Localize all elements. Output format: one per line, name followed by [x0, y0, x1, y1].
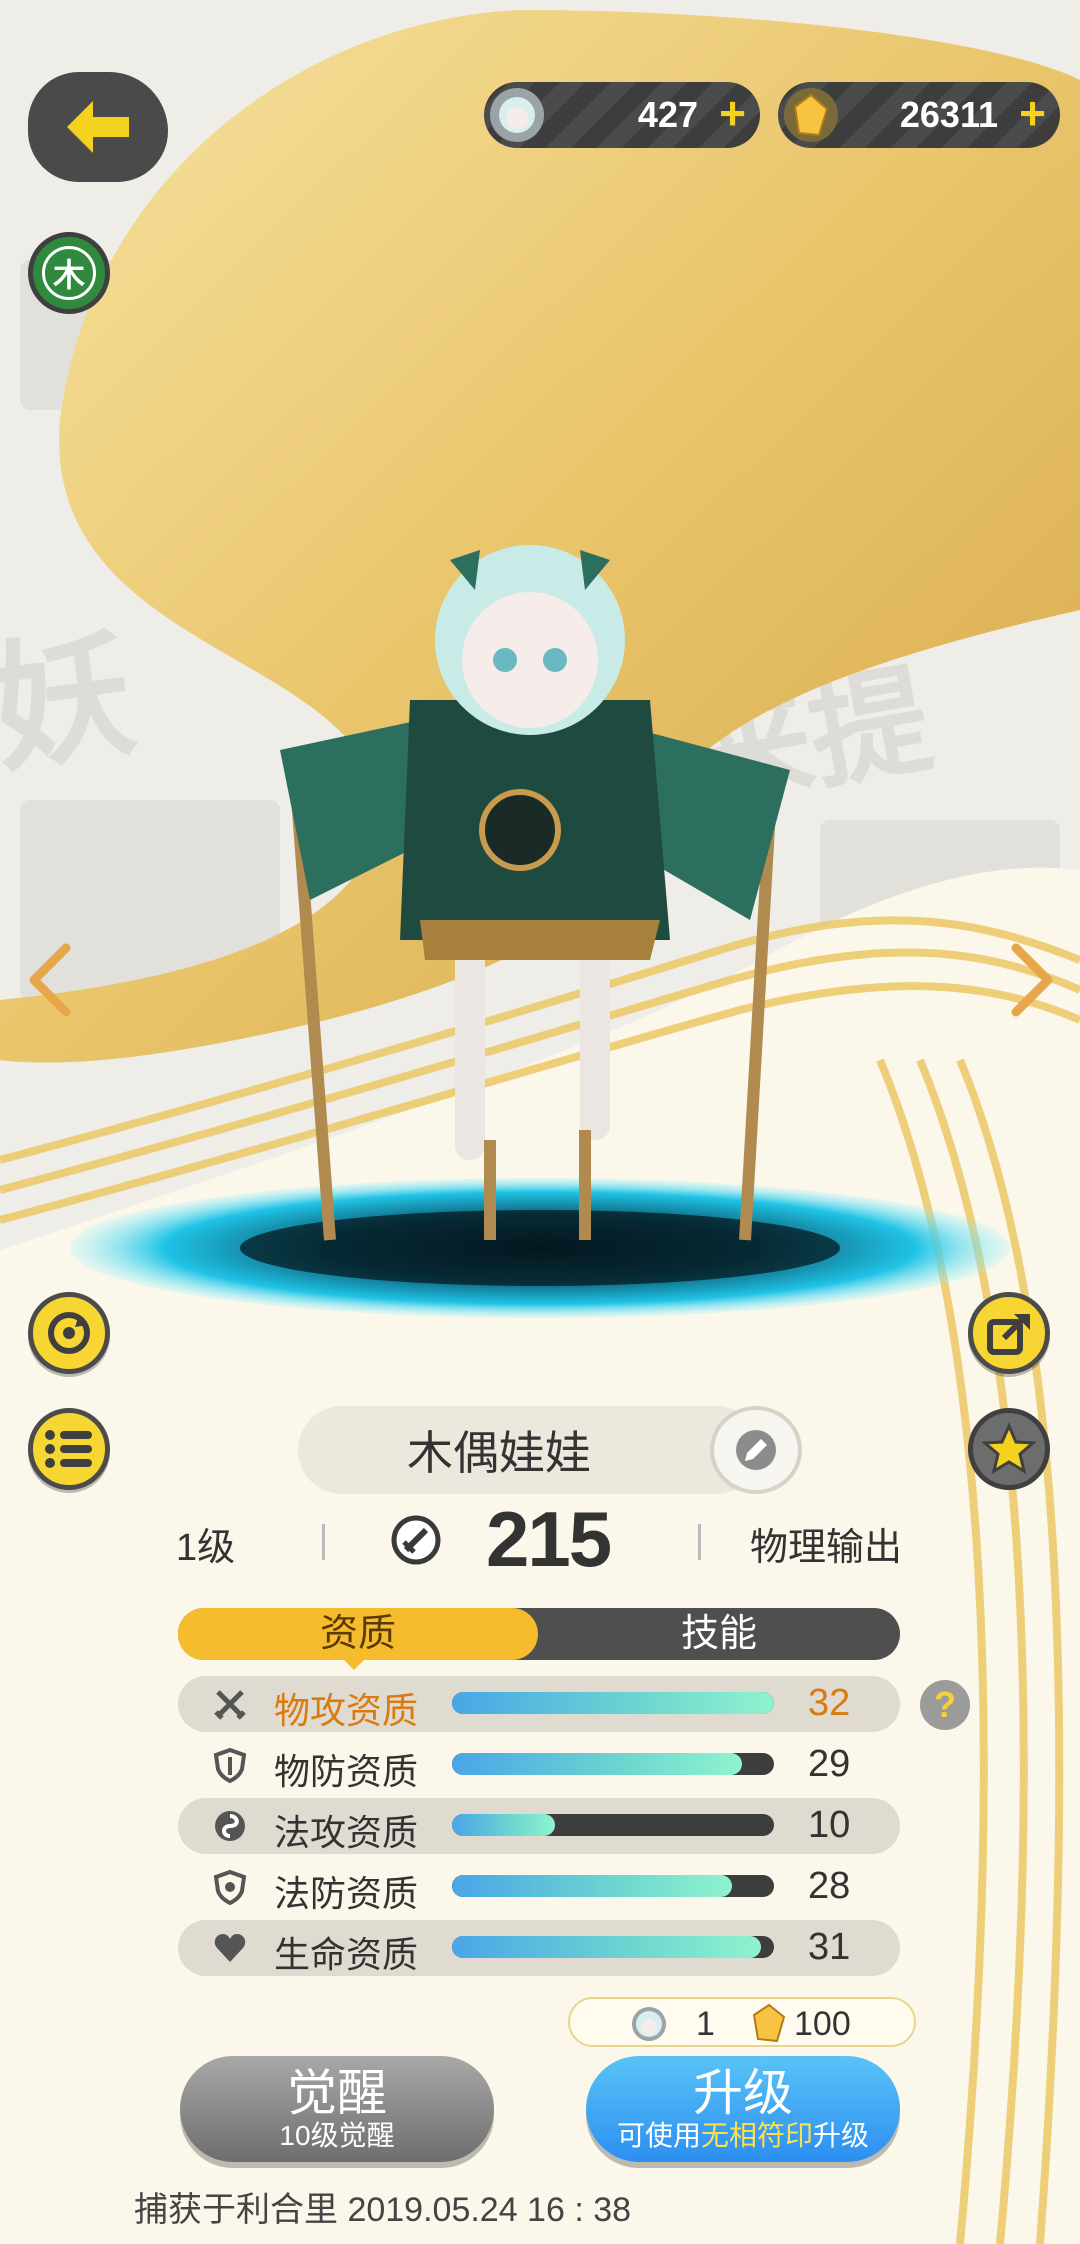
back-arrow-icon — [67, 101, 129, 153]
svg-text:妖: 妖 — [0, 615, 143, 790]
attribute-bar-fill — [452, 1936, 762, 1958]
attribute-bar-fill — [452, 1875, 733, 1897]
reset-rotate-button[interactable] — [28, 1292, 110, 1374]
attribute-value: 10 — [808, 1804, 851, 1846]
add-gold-button[interactable]: + — [1019, 90, 1046, 136]
currency-spirit-value: 427 — [637, 94, 698, 135]
pet-character-model[interactable] — [250, 520, 820, 1260]
magic-shield-icon — [213, 1869, 247, 1905]
attribute-bar-fill — [452, 1692, 774, 1714]
awaken-label: 觉醒 — [287, 2065, 387, 2121]
attribute-value: 29 — [808, 1743, 851, 1785]
upgrade-hint: 可使用无相符印升级 — [617, 2120, 869, 2152]
currency-spirit[interactable]: 427 + — [484, 82, 760, 148]
pet-name-plate: 木偶娃娃 — [298, 1406, 760, 1494]
heart-icon — [214, 1934, 246, 1962]
attribute-label: 物防资质 — [274, 1751, 419, 1792]
upgrade-label: 升级 — [693, 2065, 793, 2121]
upgrade-hint-item: 无相符印 — [700, 2120, 813, 2151]
rename-button[interactable] — [710, 1406, 802, 1494]
share-button[interactable] — [968, 1292, 1050, 1374]
capture-info: 捕获于利合里 2019.05.24 16 : 38 — [134, 2191, 632, 2229]
divider — [698, 1524, 701, 1560]
pet-level: 1级 — [176, 1527, 236, 1569]
gold-crystal-icon — [784, 88, 838, 142]
attribute-bar — [452, 1753, 774, 1775]
currency-gold-value: 26311 — [899, 94, 998, 135]
attribute-row: 法攻资质 10 — [178, 1798, 900, 1854]
spirit-head-icon — [490, 88, 544, 142]
rotate-icon — [48, 1312, 90, 1354]
help-button[interactable]: ? — [920, 1680, 970, 1730]
attribute-bar — [452, 1814, 774, 1836]
attribute-label: 法攻资质 — [274, 1812, 419, 1853]
element-label: 木 — [42, 246, 96, 300]
cost-gold-amount: 100 — [794, 2005, 851, 2043]
attribute-value: 32 — [808, 1682, 851, 1724]
back-button[interactable] — [28, 72, 168, 182]
active-tab-pointer — [340, 1656, 368, 1670]
previous-pet-arrow-icon[interactable] — [22, 940, 82, 1020]
attribute-value: 28 — [808, 1865, 851, 1907]
list-icon — [45, 1430, 92, 1468]
favorite-button[interactable] — [968, 1408, 1050, 1490]
star-icon — [982, 1423, 1036, 1475]
attribute-row: 物防资质 29 — [178, 1737, 900, 1793]
pet-summary-line: 1级 215 物理输出 — [0, 1495, 1080, 1583]
attribute-label: 生命资质 — [274, 1934, 419, 1975]
details-list-button[interactable] — [28, 1408, 110, 1490]
attribute-label: 法防资质 — [274, 1873, 419, 1914]
currency-gold[interactable]: 26311 + — [778, 82, 1060, 148]
attribute-bar — [452, 1875, 774, 1897]
attribute-row: 法防资质 28 — [178, 1859, 900, 1915]
shield-icon — [213, 1747, 247, 1783]
combat-power-icon — [391, 1515, 441, 1565]
awaken-requirement: 10级觉醒 — [279, 2120, 395, 2151]
upgrade-button[interactable]: 升级 可使用无相符印升级 — [586, 2056, 900, 2162]
crossed-swords-icon — [214, 1690, 246, 1720]
combat-power-value: 215 — [486, 1495, 612, 1583]
attribute-bar-fill — [452, 1814, 556, 1836]
element-badge: 木 — [28, 232, 110, 314]
cost-spirit-amount: 1 — [696, 2005, 715, 2043]
pet-name: 木偶娃娃 — [407, 1427, 591, 1479]
attribute-bar — [452, 1692, 774, 1714]
spirit-head-icon — [632, 2007, 666, 2041]
attribute-row: 物攻资质 32 — [178, 1676, 900, 1732]
attribute-value: 31 — [808, 1926, 851, 1968]
tab-skill[interactable]: 技能 — [538, 1608, 900, 1660]
stats-tabs: 资质 技能 — [178, 1608, 900, 1660]
attribute-label: 物攻资质 — [274, 1690, 419, 1731]
attribute-bar — [452, 1936, 774, 1958]
next-pet-arrow-icon[interactable] — [1000, 940, 1060, 1020]
swirl-icon — [215, 1811, 245, 1841]
gold-crystal-icon — [752, 2003, 786, 2043]
upgrade-hint-suffix: 升级 — [813, 2120, 870, 2151]
divider — [322, 1524, 325, 1560]
add-spirit-button[interactable]: + — [719, 90, 746, 136]
pencil-icon — [736, 1430, 776, 1470]
tab-quality[interactable]: 资质 — [178, 1608, 538, 1660]
attribute-row: 生命资质 31 — [178, 1920, 900, 1976]
upgrade-cost: 1 100 — [568, 1997, 916, 2047]
upgrade-hint-prefix: 可使用 — [616, 2120, 701, 2151]
pet-role: 物理输出 — [750, 1527, 903, 1569]
attribute-bar-fill — [452, 1753, 742, 1775]
share-icon — [987, 1314, 1030, 1355]
awaken-button[interactable]: 觉醒 10级觉醒 — [180, 2056, 494, 2162]
